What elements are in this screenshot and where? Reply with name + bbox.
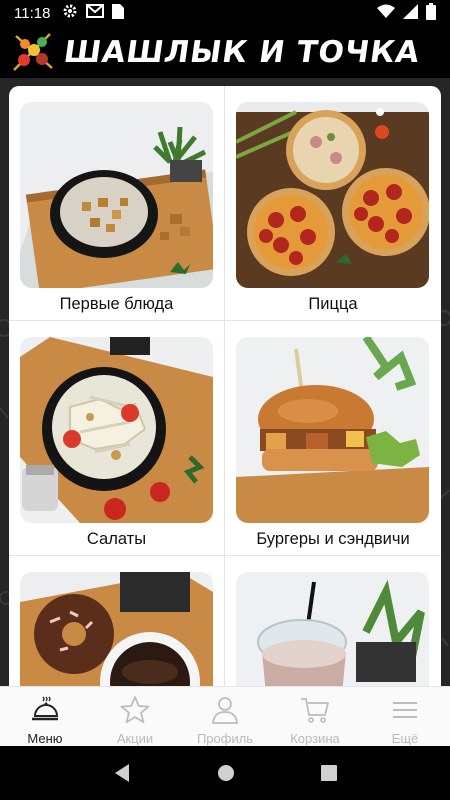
soup-photo bbox=[20, 102, 213, 288]
nav-label: Корзина bbox=[290, 731, 340, 746]
nav-promotions[interactable]: Акции bbox=[90, 687, 180, 746]
person-icon bbox=[212, 697, 238, 724]
nav-more[interactable]: Ещё bbox=[360, 687, 450, 746]
recents-icon[interactable] bbox=[321, 765, 337, 781]
category-label: Салаты bbox=[86, 530, 147, 548]
category-label: Первые блюда bbox=[59, 295, 174, 313]
wifi-icon bbox=[377, 4, 395, 22]
milkshake-photo bbox=[236, 572, 429, 686]
home-icon[interactable] bbox=[217, 764, 235, 782]
bottom-navigation: Меню Акции Профиль Корзина Ещё bbox=[0, 686, 450, 746]
status-time: 11:18 bbox=[14, 4, 51, 22]
salad-photo bbox=[20, 337, 213, 523]
pizza-photo bbox=[236, 102, 429, 288]
nav-label: Акции bbox=[116, 731, 154, 746]
cloche-icon bbox=[32, 696, 59, 721]
nav-profile[interactable]: Профиль bbox=[180, 687, 270, 746]
brand-title: ШАШЛЫК И ТОЧКА bbox=[61, 34, 423, 70]
category-card[interactable]: Первые блюда bbox=[9, 86, 225, 321]
category-card[interactable]: Пицца bbox=[225, 86, 441, 321]
donut-coffee-photo bbox=[20, 572, 213, 686]
app-header: ШАШЛЫК И ТОЧКА bbox=[0, 26, 450, 78]
back-icon[interactable] bbox=[113, 763, 131, 783]
category-card[interactable] bbox=[225, 556, 441, 686]
category-card[interactable]: Салаты bbox=[9, 321, 225, 556]
skewers-logo-icon bbox=[13, 33, 53, 71]
sim-card-icon bbox=[112, 3, 125, 23]
category-card[interactable] bbox=[9, 556, 225, 686]
app-screen: 11:18 ШАШЛЫК И ТОЧКА Первые блюда Пицца … bbox=[0, 0, 450, 800]
status-bar: 11:18 bbox=[0, 0, 450, 26]
cart-icon bbox=[301, 698, 329, 723]
menu-categories: Первые блюда Пицца Салаты Бургеры и сэнд… bbox=[9, 86, 441, 686]
nav-label: Меню bbox=[27, 731, 63, 746]
nav-label: Ещё bbox=[391, 731, 419, 746]
nav-menu[interactable]: Меню bbox=[0, 687, 90, 746]
battery-icon bbox=[426, 2, 436, 24]
star-icon bbox=[120, 696, 150, 724]
category-card[interactable]: Бургеры и сэндвичи bbox=[225, 321, 441, 556]
category-label: Бургеры и сэндвичи bbox=[256, 530, 410, 548]
mail-icon bbox=[86, 4, 105, 22]
category-label: Пицца bbox=[308, 295, 358, 313]
settings-icon bbox=[62, 3, 78, 23]
cellular-icon bbox=[403, 3, 418, 23]
hamburger-menu-icon bbox=[393, 702, 417, 718]
nav-label: Профиль bbox=[196, 731, 254, 746]
system-navigation-bar bbox=[0, 746, 450, 800]
burger-photo bbox=[236, 337, 429, 523]
nav-cart[interactable]: Корзина bbox=[270, 687, 360, 746]
